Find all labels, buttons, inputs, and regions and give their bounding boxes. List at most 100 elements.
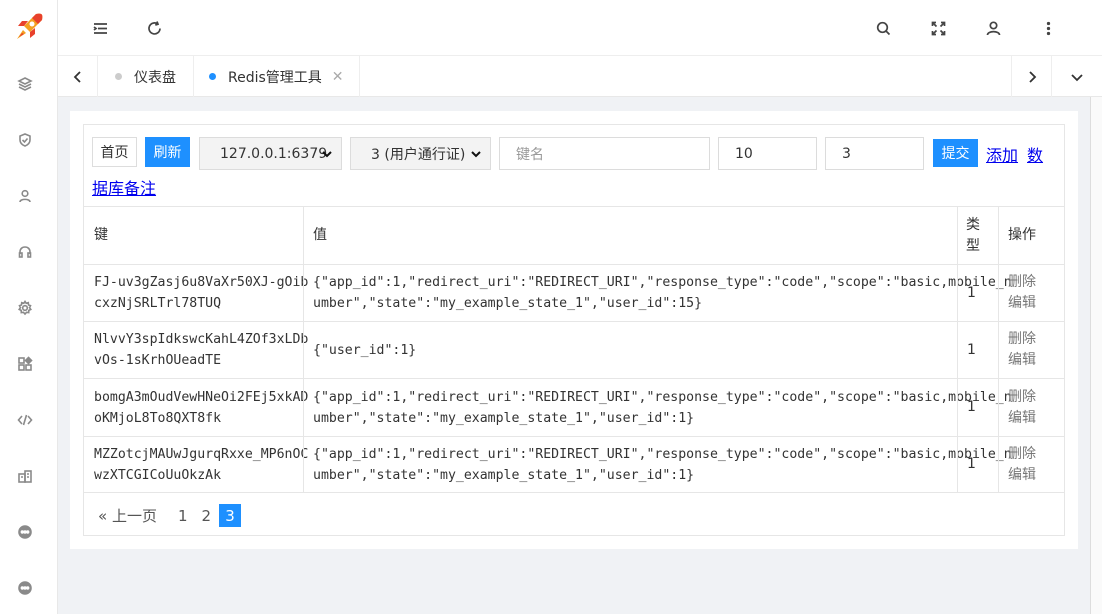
- tab-label: 仪表盘: [134, 69, 176, 86]
- row-type: 1: [967, 399, 976, 415]
- column-header-type-line: 型: [966, 237, 980, 254]
- db-note-link[interactable]: 据库备注: [92, 175, 156, 199]
- rocket-logo-icon[interactable]: [10, 10, 46, 46]
- count-input[interactable]: 10: [718, 137, 817, 170]
- edit-button[interactable]: 编辑: [1008, 408, 1036, 429]
- row-key: FJ-uv3gZasj6u8VaXr50XJ-gOib cxzNjSRLTrl7…: [94, 265, 308, 321]
- delete-button[interactable]: 删除: [1008, 272, 1036, 293]
- code-icon[interactable]: [15, 410, 35, 430]
- shield-icon[interactable]: [15, 130, 35, 150]
- delete-button[interactable]: 删除: [1008, 329, 1036, 350]
- column-header-value: 值: [313, 227, 327, 243]
- row-type: 1: [967, 284, 976, 301]
- row-value: {"app_id":1,"redirect_uri":"REDIRECT_URI…: [313, 265, 1012, 321]
- table-row: bomgA3mOudVewHNeOi2FEj5xkAD oKMjoL8To8QX…: [84, 378, 1064, 436]
- row-key-line: cxzNjSRLTrl78TUQ: [94, 296, 222, 311]
- scrollbar[interactable]: [1090, 97, 1102, 614]
- chat-icon[interactable]: [15, 578, 35, 598]
- headset-icon[interactable]: [15, 242, 35, 262]
- row-key: bomgA3mOudVewHNeOi2FEj5xkAD oKMjoL8To8QX…: [94, 379, 308, 436]
- server-select-value: 127.0.0.1:6379: [220, 145, 328, 162]
- table-header-row: 键 值 类 型 操作: [84, 206, 1064, 264]
- user-icon[interactable]: [15, 186, 35, 206]
- table-row: NlvvY3spIdkswcKahL4ZOf3xLDb vOs-1sKrhOUe…: [84, 321, 1064, 378]
- row-value: {"app_id":1,"redirect_uri":"REDIRECT_URI…: [313, 437, 1012, 492]
- row-value-line: {"user_id":1}: [313, 342, 417, 358]
- menu-fold-icon[interactable]: [88, 16, 112, 40]
- user-icon[interactable]: [981, 16, 1005, 40]
- server-select[interactable]: 127.0.0.1:6379: [199, 137, 342, 170]
- top-header: [58, 0, 1102, 56]
- apps-icon[interactable]: [15, 354, 35, 374]
- column-header-key: 键: [94, 227, 108, 243]
- row-value-line: umber","state":"my_example_state_1","use…: [313, 296, 703, 311]
- prev-page-link[interactable]: « 上一页: [98, 505, 157, 526]
- refresh-button[interactable]: 刷新: [145, 137, 190, 167]
- tab-redis-tool[interactable]: Redis管理工具 ✕: [194, 56, 360, 97]
- page-link[interactable]: 2: [202, 507, 212, 525]
- close-icon[interactable]: ✕: [332, 69, 344, 85]
- row-actions: 删除 编辑: [1008, 379, 1036, 436]
- add-link[interactable]: 添加: [986, 142, 1018, 166]
- row-key-line: MZZotcjMAUwJgurqRxxe_MP6nOC: [94, 446, 309, 462]
- tab-scroll-left-icon[interactable]: [58, 56, 98, 97]
- chat-icon[interactable]: [15, 522, 35, 542]
- row-key-line: FJ-uv3gZasj6u8VaXr50XJ-gOib: [94, 275, 309, 290]
- building-icon[interactable]: [15, 466, 35, 486]
- row-key-line: NlvvY3spIdkswcKahL4ZOf3xLDb: [94, 332, 309, 347]
- search-icon[interactable]: [871, 16, 895, 40]
- column-header-type: 类 型: [966, 207, 980, 264]
- fullscreen-icon[interactable]: [926, 16, 950, 40]
- row-key: NlvvY3spIdkswcKahL4ZOf3xLDb vOs-1sKrhOUe…: [94, 322, 308, 378]
- delete-button[interactable]: 删除: [1008, 444, 1036, 465]
- home-button[interactable]: 首页: [92, 137, 137, 167]
- row-key: MZZotcjMAUwJgurqRxxe_MP6nOC wzXTCGICoUuO…: [94, 437, 308, 492]
- gear-icon[interactable]: [15, 298, 35, 318]
- row-type: 1: [967, 456, 976, 472]
- row-type: 1: [967, 341, 976, 358]
- chevron-down-icon: [471, 151, 481, 158]
- pagination: « 上一页 1 2 3: [92, 504, 242, 527]
- row-key-line: oKMjoL8To8QXT8fk: [94, 410, 222, 426]
- column-header-type-line: 类: [966, 216, 980, 233]
- tab-status-dot: [209, 73, 216, 80]
- delete-button[interactable]: 删除: [1008, 387, 1036, 408]
- row-key-line: bomgA3mOudVewHNeOi2FEj5xkAD: [94, 389, 309, 405]
- db-number-input[interactable]: 3: [825, 137, 924, 170]
- row-value-line: umber","state":"my_example_state_1","use…: [313, 467, 695, 483]
- row-value-line: umber","state":"my_example_state_1","use…: [313, 410, 695, 426]
- edit-button[interactable]: 编辑: [1008, 465, 1036, 486]
- layers-icon[interactable]: [15, 74, 35, 94]
- row-actions: 删除 编辑: [1008, 322, 1036, 378]
- column-header-ops: 操作: [1008, 227, 1036, 243]
- tab-bar: 仪表盘 Redis管理工具 ✕: [58, 56, 1102, 97]
- edit-button[interactable]: 编辑: [1008, 350, 1036, 371]
- chevron-down-icon[interactable]: [1051, 56, 1102, 97]
- toolbar: 首页 刷新 127.0.0.1:6379 3 (用户通行证) 键名 10 3 提…: [92, 137, 1052, 199]
- tab-dashboard[interactable]: 仪表盘: [98, 56, 194, 97]
- row-key-line: wzXTCGICoUuOkzAk: [94, 467, 222, 483]
- edit-button[interactable]: 编辑: [1008, 293, 1036, 314]
- tab-label: Redis管理工具: [228, 69, 322, 86]
- database-select-value: 3 (用户通行证): [371, 146, 466, 163]
- database-select[interactable]: 3 (用户通行证): [350, 137, 491, 170]
- row-value-line: {"app_id":1,"redirect_uri":"REDIRECT_URI…: [313, 275, 1012, 290]
- tab-status-dot: [115, 73, 122, 80]
- key-name-input[interactable]: 键名: [499, 137, 710, 170]
- row-value: {"app_id":1,"redirect_uri":"REDIRECT_URI…: [313, 379, 1012, 436]
- row-value-line: {"app_id":1,"redirect_uri":"REDIRECT_URI…: [313, 446, 1012, 462]
- table-row: MZZotcjMAUwJgurqRxxe_MP6nOC wzXTCGICoUuO…: [84, 436, 1064, 493]
- db-note-link[interactable]: 数: [1027, 142, 1043, 166]
- page-link-active[interactable]: 3: [219, 504, 242, 527]
- sidebar: [0, 0, 58, 614]
- more-vertical-icon[interactable]: [1036, 16, 1060, 40]
- row-actions: 删除 编辑: [1008, 437, 1036, 492]
- page-link[interactable]: 1: [178, 507, 188, 525]
- row-key-line: vOs-1sKrhOUeadTE: [94, 353, 222, 368]
- chevron-down-icon: [322, 151, 332, 158]
- table-row: FJ-uv3gZasj6u8VaXr50XJ-gOib cxzNjSRLTrl7…: [84, 264, 1064, 321]
- submit-button[interactable]: 提交: [933, 139, 978, 167]
- refresh-icon[interactable]: [142, 16, 166, 40]
- row-actions: 删除 编辑: [1008, 265, 1036, 321]
- tab-scroll-right-icon[interactable]: [1011, 56, 1051, 97]
